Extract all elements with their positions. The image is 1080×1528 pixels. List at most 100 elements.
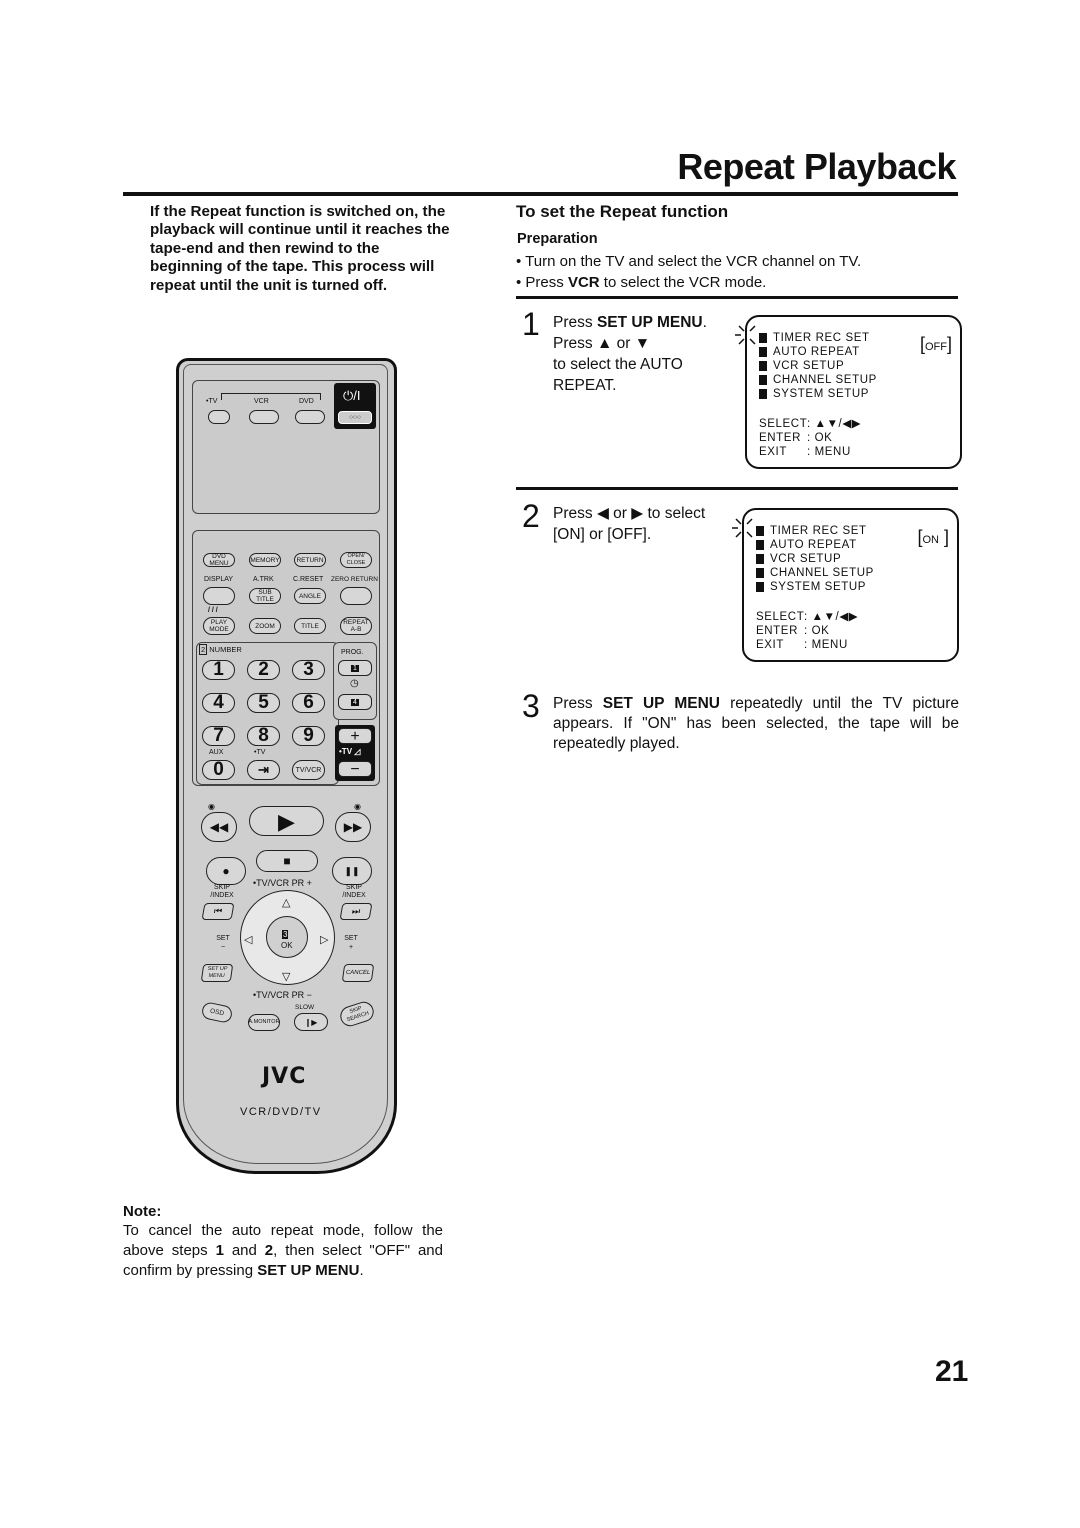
aux-label: AUX	[209, 749, 224, 756]
timer-icon: ◷	[350, 678, 359, 689]
ok-label: OK	[281, 941, 293, 950]
return-button[interactable]: RETURN	[294, 553, 326, 567]
mode-label-tv: •TV	[206, 398, 218, 405]
number-button-6[interactable]: 6	[292, 692, 325, 713]
number-label: 2 NUMBER	[199, 644, 242, 655]
rewind-button[interactable]: ◀◀	[201, 812, 237, 842]
preparation-label: Preparation	[517, 231, 598, 247]
nav-left-button[interactable]: ◁	[244, 933, 252, 946]
blinking-cursor-icon	[735, 325, 756, 345]
osd-item: TIMER REC SET	[756, 524, 874, 538]
dvd-menu-button[interactable]: DVD MENU	[203, 553, 235, 567]
volume-down-button[interactable]: −	[338, 761, 372, 777]
set-plus-label: SET +	[344, 935, 358, 951]
step-2-instructions: Press ◀ or ▶ to select [ON] or [OFF].	[553, 505, 706, 543]
subtitle-button[interactable]: SUB TITLE	[249, 588, 281, 604]
step-3-instructions: Press SET UP MENU repeatedly until the T…	[553, 695, 959, 752]
record-button[interactable]: ●	[206, 857, 246, 885]
osd-value: [ON ]	[917, 527, 949, 547]
zoom-button[interactable]: ZOOM	[249, 618, 281, 634]
osd-item: SYSTEM SETUP	[756, 580, 874, 594]
note-label: Note:	[123, 1203, 162, 1220]
angle-button[interactable]: ANGLE	[294, 588, 326, 604]
tv-vcr-button[interactable]: TV/VCR	[292, 760, 325, 780]
open-close-button[interactable]: OPEN/ CLOSE	[340, 552, 372, 568]
blinking-cursor-icon	[732, 518, 753, 538]
rew-indicator-icon: ◉	[208, 802, 215, 811]
preparation-list: Turn on the TV and select the VCR channe…	[516, 251, 861, 293]
title-divider	[123, 192, 958, 196]
number-button-0[interactable]: 0	[202, 759, 235, 780]
osd-legend: SELECT: ▲▼/◀▶ ENTER: OK EXIT: MENU	[759, 418, 862, 458]
number-button-8[interactable]: 8	[247, 725, 280, 746]
title-button[interactable]: TITLE	[294, 618, 326, 634]
ff-indicator-icon: ◉	[354, 802, 361, 811]
prog-1-button[interactable]: 1	[338, 660, 372, 676]
preparation-item: Press VCR to select the VCR mode.	[516, 272, 861, 293]
step-1-instructions: Press SET UP MENU. Press ▲ or ▼ to selec…	[553, 314, 707, 394]
ok-badge: 3	[282, 930, 289, 939]
number-button-5[interactable]: 5	[247, 692, 280, 713]
step-number: 2	[522, 498, 540, 534]
osd-item: VCR SETUP	[756, 552, 874, 566]
model-label: VCR/DVD/TV	[240, 1106, 322, 1118]
repeat-ab-button[interactable]: REPEAT A-B	[340, 617, 372, 635]
brand-logo: JVC	[262, 1064, 307, 1089]
skip-forward-button[interactable]: ⏭	[339, 903, 373, 920]
skip-index-right-label: SKIP /INDEX	[342, 884, 366, 899]
power-icon[interactable]: ⏻/I	[343, 388, 361, 404]
power-button[interactable]: ○○○	[338, 411, 372, 424]
creset-label: C.RESET	[293, 576, 324, 583]
stop-button[interactable]: ■	[256, 850, 318, 872]
down-arrow-icon: ▼	[634, 335, 651, 352]
play-mode-button[interactable]: PLAY MODE	[203, 617, 235, 635]
skip-index-left-label: SKIP /INDEX	[210, 884, 234, 899]
page-title: Repeat Playback	[677, 146, 956, 187]
preparation-item: Turn on the TV and select the VCR channe…	[516, 251, 861, 272]
vcr-button[interactable]	[249, 410, 279, 424]
nav-right-button[interactable]: ▷	[320, 933, 328, 946]
pause-button[interactable]: ❚❚	[332, 857, 372, 885]
prog-label: PROG.	[341, 649, 364, 656]
play-button[interactable]: ▶	[249, 806, 324, 836]
nav-up-button[interactable]: △	[282, 896, 290, 909]
zero-return-button[interactable]	[340, 587, 372, 605]
nav-down-button[interactable]: ▽	[282, 970, 290, 983]
a-monitor-button[interactable]: A.MONITOR	[248, 1014, 280, 1031]
osd-item-selected: AUTO REPEAT	[756, 538, 874, 552]
volume-up-button[interactable]: +	[338, 728, 372, 744]
number-button-7[interactable]: 7	[202, 725, 235, 746]
slow-indicator-label: / / /	[208, 607, 218, 614]
zero-return-label: ZERO RETURN	[331, 576, 378, 583]
display-label: DISPLAY	[204, 576, 234, 583]
osd-item: CHANNEL SETUP	[756, 566, 874, 580]
slow-label: SLOW	[295, 1004, 315, 1011]
intro-paragraph: If the Repeat function is switched on, t…	[150, 203, 450, 294]
slow-button[interactable]: ❙▶	[294, 1013, 328, 1031]
number-button-4[interactable]: 4	[202, 692, 235, 713]
dvd-button[interactable]	[295, 410, 325, 424]
memory-button[interactable]: MEMORY	[249, 553, 281, 567]
number-button-3[interactable]: 3	[292, 659, 325, 680]
number-button-2[interactable]: 2	[247, 659, 280, 680]
number-button-9[interactable]: 9	[292, 725, 325, 746]
prog-4-button[interactable]: 4	[338, 694, 372, 710]
number-button-1[interactable]: 1	[202, 659, 235, 680]
ring-bottom-label: •TV/VCR PR −	[253, 990, 312, 1000]
osd-item: TIMER REC SET	[759, 331, 877, 345]
tv-volume-label: •TV ◿	[339, 747, 361, 756]
fast-forward-button[interactable]: ▶▶	[335, 812, 371, 842]
page-number: 21	[935, 1355, 969, 1388]
input-select-button[interactable]: ⇥	[247, 760, 280, 780]
display-button[interactable]	[203, 587, 235, 605]
note-text: To cancel the auto repeat mode, follow t…	[123, 1222, 443, 1279]
skip-back-button[interactable]: ⏮	[201, 903, 235, 920]
left-arrow-icon: ◀	[596, 505, 609, 522]
mode-connector	[221, 393, 321, 400]
setup-menu-button[interactable]: SET UP MENU	[200, 964, 234, 982]
ring-top-label: •TV/VCR PR +	[253, 878, 312, 888]
osd-item: VCR SETUP	[759, 359, 877, 373]
tv-mode-switch[interactable]	[208, 410, 230, 424]
cancel-button[interactable]: CANCEL	[341, 964, 375, 982]
step-number: 3	[522, 688, 540, 724]
